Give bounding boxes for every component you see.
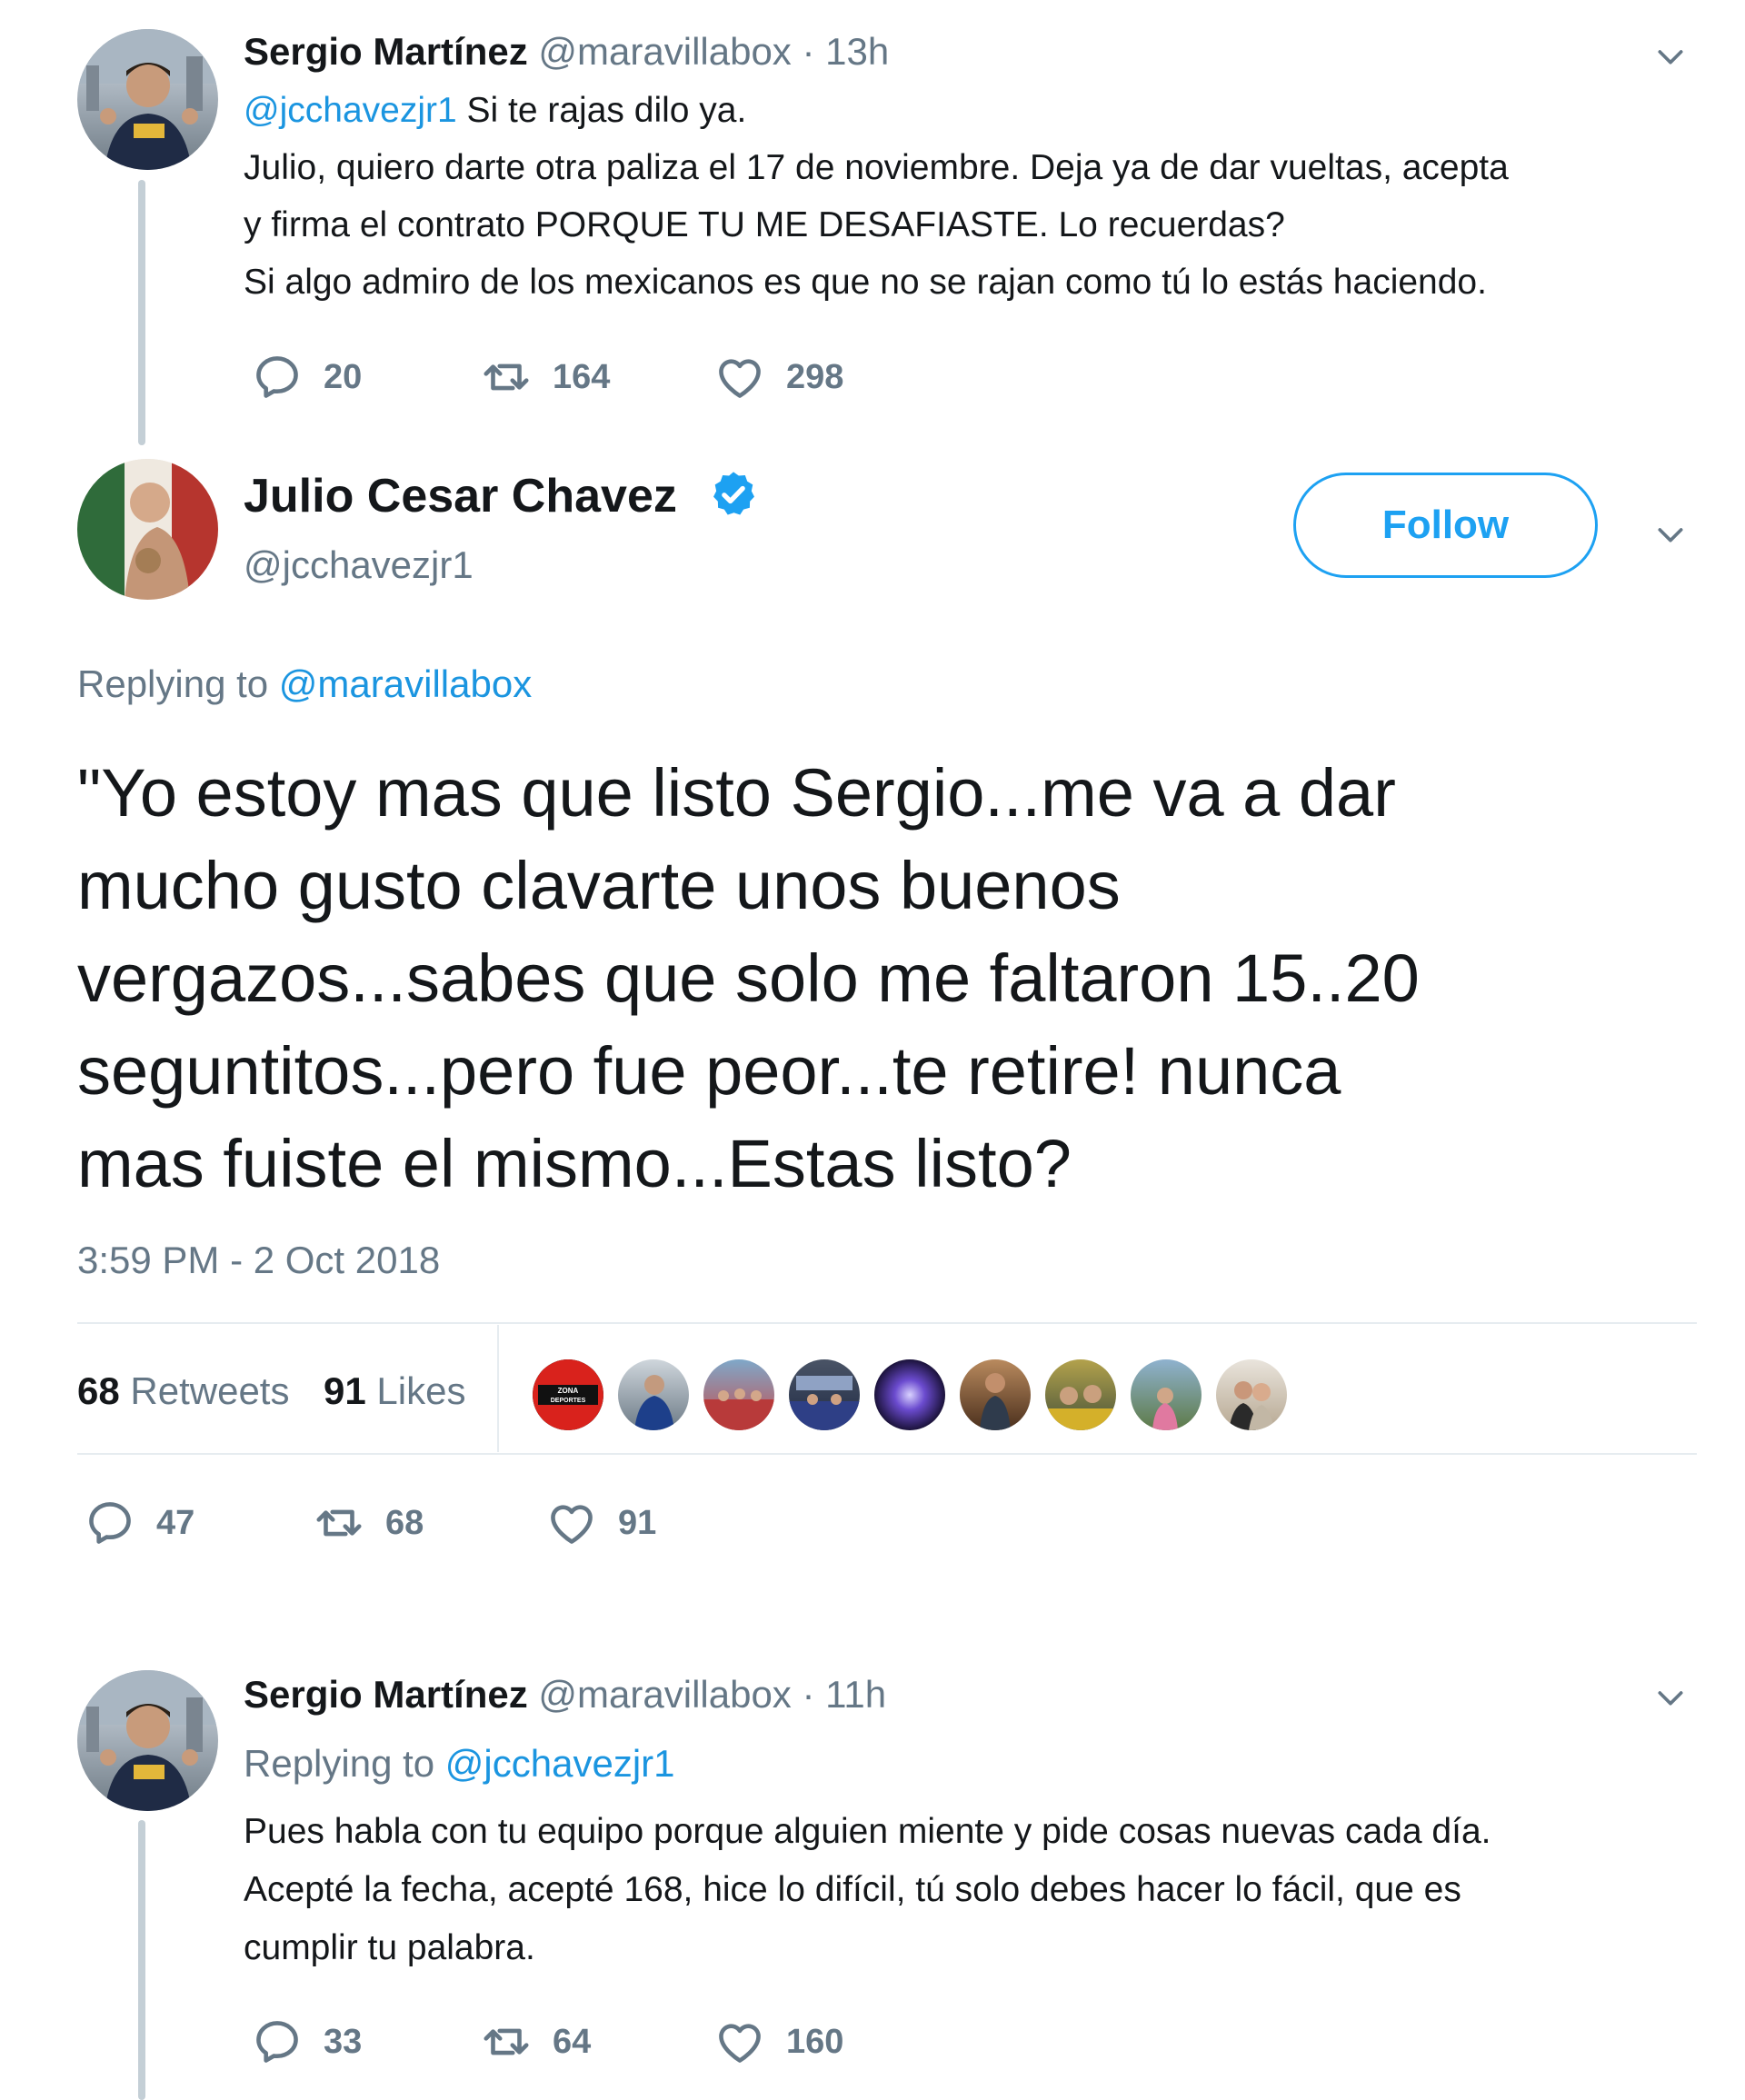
like-count: 298 [786,357,844,396]
avatar[interactable] [77,29,218,170]
tweet-timestamp[interactable]: 3:59 PM - 2 Oct 2018 [77,1238,440,1283]
liker-avatar[interactable]: ZONA DEPORTES [533,1359,603,1430]
liker-avatar[interactable] [960,1359,1031,1430]
retweet-button[interactable]: 164 [480,351,610,403]
tweet-text-line: Si algo admiro de los mexicanos es que n… [244,263,1487,302]
divider [77,1453,1697,1455]
author-name[interactable]: Sergio Martínez [244,30,528,73]
like-count: 160 [786,2022,844,2061]
retweet-count: 64 [553,2022,592,2061]
avatar[interactable] [77,1670,218,1811]
reply-button[interactable]: 33 [251,2015,362,2068]
replying-to-link[interactable]: @jcchavezjr1 [445,1742,675,1785]
tweet-text-line: mucho gusto clavarte unos buenos [77,848,1121,923]
liker-avatar[interactable] [703,1359,774,1430]
author-handle[interactable]: @maravillabox [538,1673,791,1716]
liker-avatar[interactable] [789,1359,860,1430]
chevron-down-icon[interactable] [1652,516,1689,552]
liker-avatar[interactable] [1216,1359,1287,1430]
follow-button[interactable]: Follow [1293,473,1598,578]
liker-badge-text: DEPORTES [551,1398,586,1404]
like-button[interactable]: 160 [713,2015,843,2068]
chevron-down-icon[interactable] [1652,1679,1689,1716]
replying-to: Replying to @maravillabox [77,662,532,707]
separator: · [802,1673,815,1716]
tweet-text-line: mas fuiste el mismo...Estas listo? [77,1126,1072,1201]
chevron-down-icon[interactable] [1652,38,1689,75]
reply-icon [251,2015,304,2068]
tweet-time[interactable]: 13h [825,30,889,73]
retweet-button[interactable]: 68 [313,1497,424,1549]
tweet-text: Si te rajas dilo ya. [456,91,747,130]
replying-to-link[interactable]: @maravillabox [279,662,532,705]
reply-count: 47 [156,1503,195,1542]
tweet-text: "Yo estoy mas que listo Sergio...me va a… [77,747,1420,1210]
like-button[interactable]: 298 [713,351,843,403]
replying-to-label: Replying to [77,662,279,705]
liker-avatar[interactable] [874,1359,945,1430]
verified-badge-icon [713,472,754,515]
tweet-text-line: Acepté la fecha, acepté 168, hice lo dif… [244,1870,1461,1909]
reply-count: 33 [324,2022,363,2061]
retweet-icon [480,351,533,403]
tweet-time[interactable]: 11h [825,1673,886,1716]
reply-button[interactable]: 47 [84,1497,194,1549]
reply-button[interactable]: 20 [251,351,362,403]
stats-divider [497,1325,499,1452]
liker-avatar[interactable] [618,1359,689,1430]
retweet-icon [313,1497,365,1549]
like-icon [713,351,766,403]
tweet-text-line: seguntitos...pero fue peor...te retire! … [77,1033,1341,1109]
tweet-header: Sergio Martínez @maravillabox · 11h [244,1672,886,1717]
mention-link[interactable]: @jcchavezjr1 [244,91,457,130]
retweet-stat[interactable]: 68 Retweets [77,1368,289,1414]
tweet-text-line: Pues habla con tu equipo porque alguien … [244,1812,1491,1851]
like-stat-label: Likes [376,1369,466,1412]
retweet-icon [480,2015,533,2068]
retweet-count: 68 [385,1503,424,1542]
tweet-text-line: @jcchavezjr1 Si te rajas dilo ya. [244,89,746,133]
tweet-text-line: y firma el contrato PORQUE TU ME DESAFIA… [244,205,1285,244]
like-stat-count: 91 [324,1369,366,1412]
divider [77,1322,1697,1324]
tweet-text-line: vergazos...sabes que solo me faltaron 15… [77,941,1420,1016]
like-icon [545,1497,598,1549]
author-name[interactable]: Sergio Martínez [244,1673,528,1716]
reply-icon [251,351,304,403]
like-button[interactable]: 91 [545,1497,656,1549]
like-stat[interactable]: 91 Likes [324,1368,465,1414]
thread-line [138,180,145,445]
author-handle[interactable]: @maravillabox [538,30,791,73]
retweet-stat-count: 68 [77,1369,120,1412]
tweet-text-line: cumplir tu palabra. [244,1928,535,1967]
tweet-text-line: Julio, quiero darte otra paliza el 17 de… [244,148,1509,187]
author-name[interactable]: Julio Cesar Chavez [244,468,677,524]
reply-icon [84,1497,136,1549]
avatar[interactable] [77,459,218,600]
liker-avatar[interactable] [1045,1359,1116,1430]
replying-to: Replying to @jcchavezjr1 [244,1741,675,1786]
liker-badge-text: ZONA [558,1387,579,1395]
replying-to-label: Replying to [244,1742,445,1785]
like-count: 91 [618,1503,657,1542]
tweet-header: Sergio Martínez @maravillabox · 13h [244,29,889,75]
retweet-count: 164 [553,357,611,396]
separator: · [802,30,815,73]
tweet-text-line: "Yo estoy mas que listo Sergio...me va a… [77,755,1396,831]
retweet-button[interactable]: 64 [480,2015,591,2068]
liker-avatar[interactable] [1131,1359,1202,1430]
author-handle[interactable]: @jcchavezjr1 [244,542,474,588]
like-icon [713,2015,766,2068]
reply-count: 20 [324,357,363,396]
retweet-stat-label: Retweets [130,1369,290,1412]
thread-line [138,1820,145,2100]
